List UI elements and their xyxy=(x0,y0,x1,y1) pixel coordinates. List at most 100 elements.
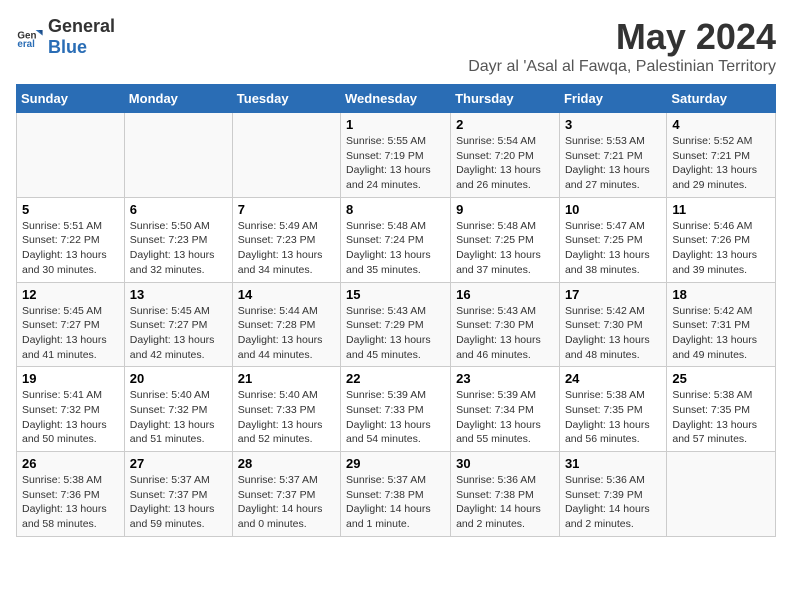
day-info: Sunrise: 5:47 AM Sunset: 7:25 PM Dayligh… xyxy=(565,219,661,278)
page-header: Gen eral General Blue May 2024 Dayr al '… xyxy=(16,16,776,76)
calendar-cell: 3 Sunrise: 5:53 AM Sunset: 7:21 PM Daylig… xyxy=(559,113,666,198)
day-info: Sunrise: 5:39 AM Sunset: 7:34 PM Dayligh… xyxy=(456,388,554,447)
day-number: 18 xyxy=(672,287,770,302)
calendar-cell: 29Sunrise: 5:37 AM Sunset: 7:38 PM Dayli… xyxy=(341,452,451,537)
day-number: 23 xyxy=(456,371,554,386)
week-row-1: 1 Sunrise: 5:55 AM Sunset: 7:19 PM Daylig… xyxy=(17,113,776,198)
logo-icon: Gen eral xyxy=(16,23,44,51)
day-number: 28 xyxy=(238,456,335,471)
subtitle: Dayr al 'Asal al Fawqa, Palestinian Terr… xyxy=(468,58,776,76)
day-info: Sunrise: 5:42 AM Sunset: 7:31 PM Dayligh… xyxy=(672,304,770,363)
header-cell-saturday: Saturday xyxy=(667,85,776,113)
day-number: 10 xyxy=(565,202,661,217)
day-number: 31 xyxy=(565,456,661,471)
calendar-cell: 14Sunrise: 5:44 AM Sunset: 7:28 PM Dayli… xyxy=(232,282,340,367)
day-info: Sunrise: 5:40 AM Sunset: 7:32 PM Dayligh… xyxy=(130,388,227,447)
calendar-table: SundayMondayTuesdayWednesdayThursdayFrid… xyxy=(16,84,776,537)
day-number: 30 xyxy=(456,456,554,471)
calendar-cell: 18 Sunrise: 5:42 AM Sunset: 7:31 PM Dayli… xyxy=(667,282,776,367)
calendar-cell: 2 Sunrise: 5:54 AM Sunset: 7:20 PM Daylig… xyxy=(451,113,560,198)
calendar-cell: 24 Sunrise: 5:38 AM Sunset: 7:35 PM Dayli… xyxy=(559,367,666,452)
calendar-cell xyxy=(17,113,125,198)
calendar-cell: 17Sunrise: 5:42 AM Sunset: 7:30 PM Dayli… xyxy=(559,282,666,367)
logo-text-blue: Blue xyxy=(48,37,87,57)
calendar-cell: 31 Sunrise: 5:36 AM Sunset: 7:39 PM Dayli… xyxy=(559,452,666,537)
day-number: 20 xyxy=(130,371,227,386)
day-info: Sunrise: 5:38 AM Sunset: 7:35 PM Dayligh… xyxy=(565,388,661,447)
header-cell-sunday: Sunday xyxy=(17,85,125,113)
logo: Gen eral General Blue xyxy=(16,16,115,58)
calendar-cell: 27 Sunrise: 5:37 AM Sunset: 7:37 PM Dayli… xyxy=(124,452,232,537)
day-number: 24 xyxy=(565,371,661,386)
day-info: Sunrise: 5:41 AM Sunset: 7:32 PM Dayligh… xyxy=(22,388,119,447)
day-number: 22 xyxy=(346,371,445,386)
day-number: 15 xyxy=(346,287,445,302)
day-info: Sunrise: 5:37 AM Sunset: 7:37 PM Dayligh… xyxy=(238,473,335,532)
day-number: 5 xyxy=(22,202,119,217)
title-block: May 2024 Dayr al 'Asal al Fawqa, Palesti… xyxy=(468,16,776,76)
day-number: 21 xyxy=(238,371,335,386)
day-number: 6 xyxy=(130,202,227,217)
day-info: Sunrise: 5:40 AM Sunset: 7:33 PM Dayligh… xyxy=(238,388,335,447)
calendar-cell: 5 Sunrise: 5:51 AM Sunset: 7:22 PM Daylig… xyxy=(17,197,125,282)
day-info: Sunrise: 5:43 AM Sunset: 7:30 PM Dayligh… xyxy=(456,304,554,363)
day-info: Sunrise: 5:45 AM Sunset: 7:27 PM Dayligh… xyxy=(22,304,119,363)
day-number: 26 xyxy=(22,456,119,471)
day-info: Sunrise: 5:39 AM Sunset: 7:33 PM Dayligh… xyxy=(346,388,445,447)
day-number: 12 xyxy=(22,287,119,302)
main-title: May 2024 xyxy=(468,16,776,58)
svg-text:eral: eral xyxy=(17,39,35,50)
calendar-cell: 7 Sunrise: 5:49 AM Sunset: 7:23 PM Daylig… xyxy=(232,197,340,282)
logo-text-general: General xyxy=(48,16,115,37)
calendar-cell: 6Sunrise: 5:50 AM Sunset: 7:23 PM Daylig… xyxy=(124,197,232,282)
calendar-cell: 22 Sunrise: 5:39 AM Sunset: 7:33 PM Dayli… xyxy=(341,367,451,452)
calendar-cell: 30Sunrise: 5:36 AM Sunset: 7:38 PM Dayli… xyxy=(451,452,560,537)
day-info: Sunrise: 5:52 AM Sunset: 7:21 PM Dayligh… xyxy=(672,134,770,193)
day-number: 11 xyxy=(672,202,770,217)
day-number: 7 xyxy=(238,202,335,217)
calendar-cell: 23 Sunrise: 5:39 AM Sunset: 7:34 PM Dayli… xyxy=(451,367,560,452)
day-number: 3 xyxy=(565,117,661,132)
day-info: Sunrise: 5:51 AM Sunset: 7:22 PM Dayligh… xyxy=(22,219,119,278)
calendar-cell xyxy=(232,113,340,198)
header-cell-thursday: Thursday xyxy=(451,85,560,113)
day-info: Sunrise: 5:48 AM Sunset: 7:25 PM Dayligh… xyxy=(456,219,554,278)
day-number: 19 xyxy=(22,371,119,386)
week-row-2: 5 Sunrise: 5:51 AM Sunset: 7:22 PM Daylig… xyxy=(17,197,776,282)
week-row-3: 12 Sunrise: 5:45 AM Sunset: 7:27 PM Dayli… xyxy=(17,282,776,367)
header-cell-monday: Monday xyxy=(124,85,232,113)
day-info: Sunrise: 5:53 AM Sunset: 7:21 PM Dayligh… xyxy=(565,134,661,193)
week-row-4: 19 Sunrise: 5:41 AM Sunset: 7:32 PM Dayli… xyxy=(17,367,776,452)
day-number: 8 xyxy=(346,202,445,217)
calendar-cell xyxy=(124,113,232,198)
day-number: 9 xyxy=(456,202,554,217)
calendar-cell: 4Sunrise: 5:52 AM Sunset: 7:21 PM Daylig… xyxy=(667,113,776,198)
calendar-cell: 12 Sunrise: 5:45 AM Sunset: 7:27 PM Dayli… xyxy=(17,282,125,367)
day-info: Sunrise: 5:55 AM Sunset: 7:19 PM Dayligh… xyxy=(346,134,445,193)
day-number: 17 xyxy=(565,287,661,302)
day-info: Sunrise: 5:54 AM Sunset: 7:20 PM Dayligh… xyxy=(456,134,554,193)
calendar-cell: 15 Sunrise: 5:43 AM Sunset: 7:29 PM Dayli… xyxy=(341,282,451,367)
calendar-cell: 10 Sunrise: 5:47 AM Sunset: 7:25 PM Dayli… xyxy=(559,197,666,282)
day-info: Sunrise: 5:38 AM Sunset: 7:36 PM Dayligh… xyxy=(22,473,119,532)
day-info: Sunrise: 5:45 AM Sunset: 7:27 PM Dayligh… xyxy=(130,304,227,363)
calendar-cell: 1 Sunrise: 5:55 AM Sunset: 7:19 PM Daylig… xyxy=(341,113,451,198)
day-info: Sunrise: 5:44 AM Sunset: 7:28 PM Dayligh… xyxy=(238,304,335,363)
day-number: 29 xyxy=(346,456,445,471)
day-number: 1 xyxy=(346,117,445,132)
day-info: Sunrise: 5:36 AM Sunset: 7:39 PM Dayligh… xyxy=(565,473,661,532)
day-number: 27 xyxy=(130,456,227,471)
day-number: 13 xyxy=(130,287,227,302)
day-info: Sunrise: 5:48 AM Sunset: 7:24 PM Dayligh… xyxy=(346,219,445,278)
day-info: Sunrise: 5:49 AM Sunset: 7:23 PM Dayligh… xyxy=(238,219,335,278)
day-info: Sunrise: 5:37 AM Sunset: 7:37 PM Dayligh… xyxy=(130,473,227,532)
day-info: Sunrise: 5:43 AM Sunset: 7:29 PM Dayligh… xyxy=(346,304,445,363)
day-info: Sunrise: 5:38 AM Sunset: 7:35 PM Dayligh… xyxy=(672,388,770,447)
calendar-cell: 28 Sunrise: 5:37 AM Sunset: 7:37 PM Dayli… xyxy=(232,452,340,537)
calendar-cell: 9 Sunrise: 5:48 AM Sunset: 7:25 PM Daylig… xyxy=(451,197,560,282)
calendar-cell: 26 Sunrise: 5:38 AM Sunset: 7:36 PM Dayli… xyxy=(17,452,125,537)
calendar-cell: 19 Sunrise: 5:41 AM Sunset: 7:32 PM Dayli… xyxy=(17,367,125,452)
calendar-cell: 16Sunrise: 5:43 AM Sunset: 7:30 PM Dayli… xyxy=(451,282,560,367)
calendar-cell: 25Sunrise: 5:38 AM Sunset: 7:35 PM Dayli… xyxy=(667,367,776,452)
day-number: 2 xyxy=(456,117,554,132)
